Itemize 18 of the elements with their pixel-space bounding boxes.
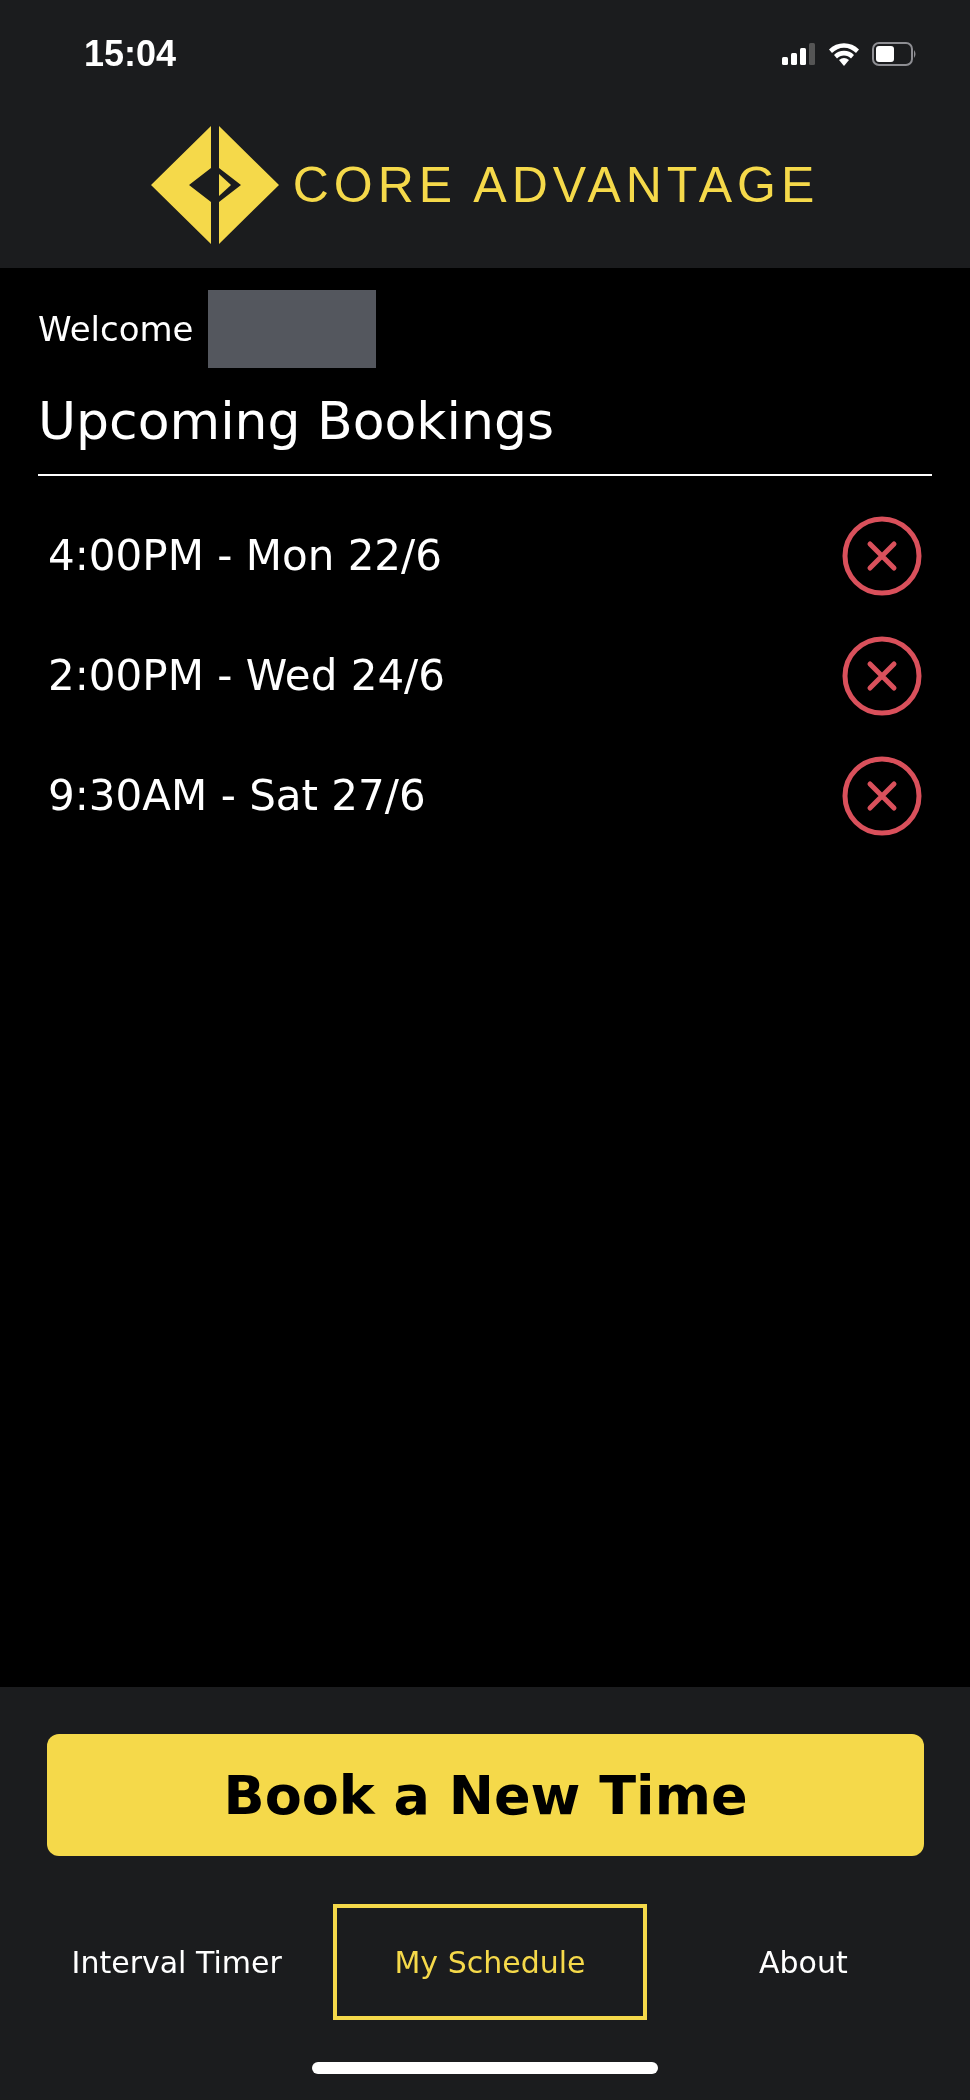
tab[interactable]: My Schedule: [333, 1904, 647, 2020]
section-title: Upcoming Bookings: [38, 390, 555, 453]
status-time: 15:04: [84, 33, 177, 75]
brand-name: CORE ADVANTAGE: [292, 156, 820, 214]
diamond-logo-icon: [150, 126, 279, 244]
welcome-label: Welcome: [38, 309, 194, 349]
book-button[interactable]: Book a New Time: [47, 1734, 924, 1856]
booking-time: 9:30AM - Sat 27/6: [48, 771, 426, 821]
booking-time: 2:00PM - Wed 24/6: [48, 651, 445, 701]
cancel-icon[interactable]: [842, 635, 922, 716]
cancel-icon[interactable]: [842, 515, 922, 596]
booking-time: 4:00PM - Mon 22/6: [48, 531, 442, 581]
signal-icon: [782, 43, 816, 65]
wifi-icon: [828, 42, 860, 66]
tab[interactable]: Interval Timer: [20, 1904, 334, 2020]
battery-icon: [872, 42, 918, 66]
tab[interactable]: About: [646, 1904, 960, 2020]
cancel-icon[interactable]: [842, 755, 922, 836]
